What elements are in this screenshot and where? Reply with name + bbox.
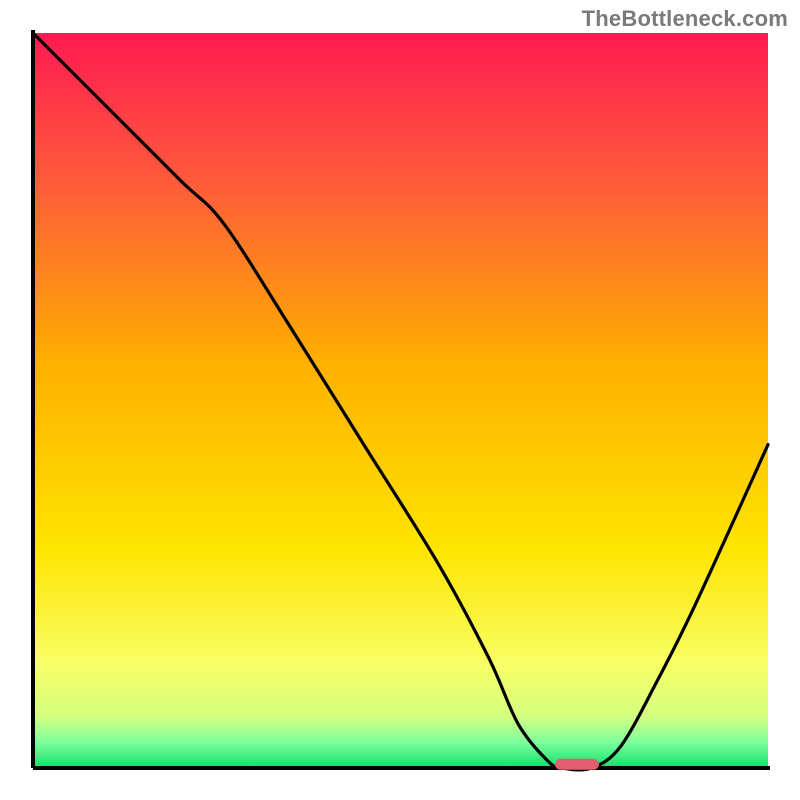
chart-container: TheBottleneck.com	[0, 0, 800, 800]
bottleneck-chart	[0, 0, 800, 800]
watermark-text: TheBottleneck.com	[582, 6, 788, 32]
optimal-marker	[555, 759, 599, 770]
